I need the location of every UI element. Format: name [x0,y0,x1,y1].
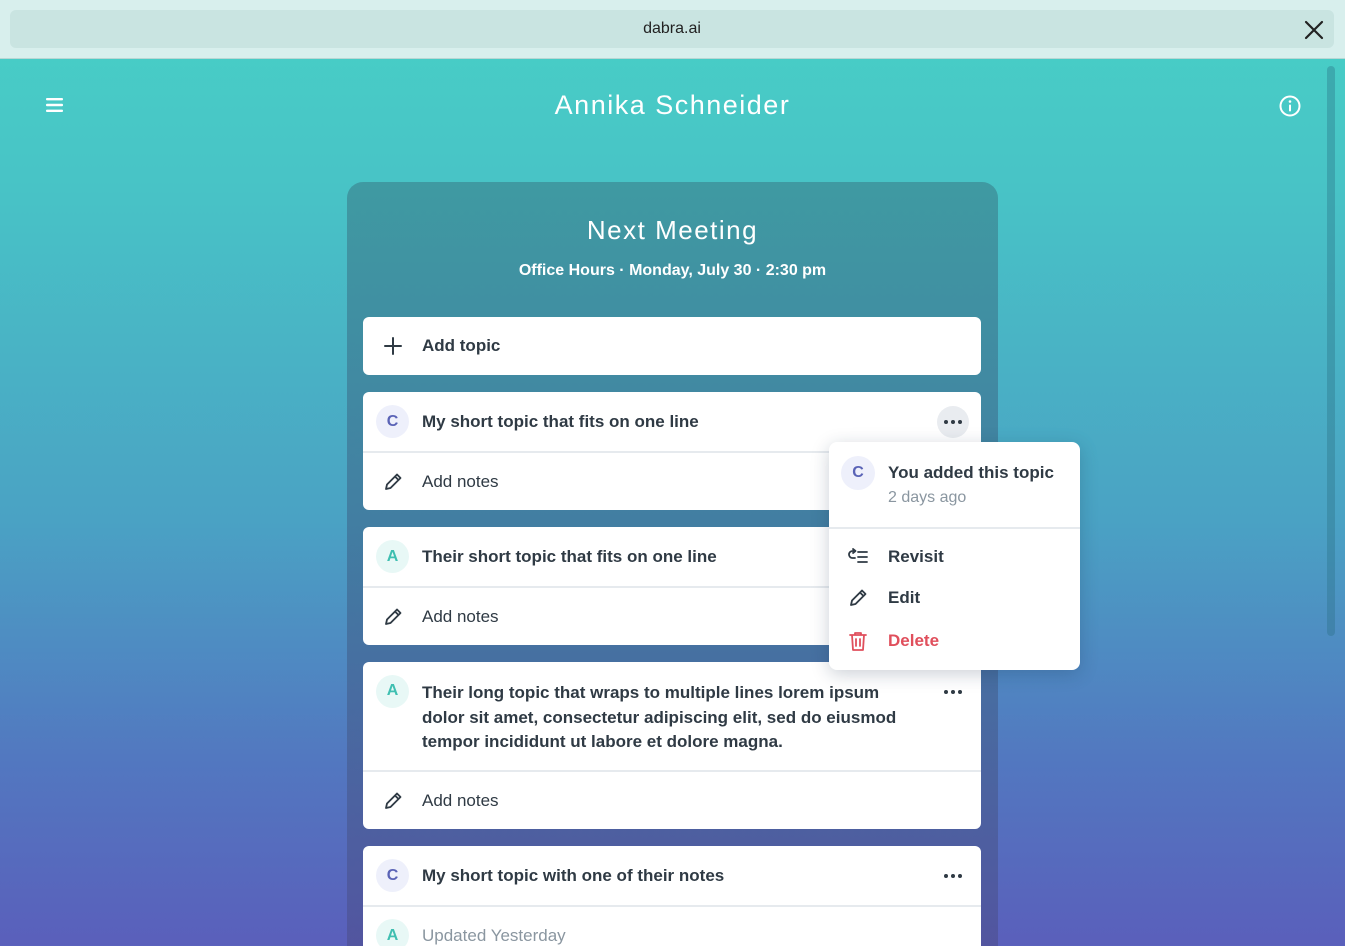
popover-timestamp: 2 days ago [888,489,967,506]
pencil-icon [385,473,402,490]
topic-card: A Their long topic that wraps to multipl… [363,662,981,829]
more-options-button[interactable] [937,405,969,438]
add-notes-label: Add notes [422,790,499,810]
revisit-menu-item[interactable]: Revisit [829,539,1080,575]
avatar: A [376,540,409,573]
topic-card: C My short topic with one of their notes… [363,846,981,946]
more-icon [944,690,962,694]
delete-label: Delete [888,631,940,650]
pencil-icon [850,589,867,606]
add-notes-button[interactable]: Add notes [363,770,981,829]
more-icon [944,419,962,424]
avatar: A [376,675,409,708]
meeting-title: Next Meeting [586,215,759,245]
close-icon[interactable] [1303,19,1325,41]
browser-bar: dabra.ai [0,0,1345,59]
url-field[interactable]: dabra.ai [10,10,1334,48]
edit-menu-item[interactable]: Edit [829,580,1080,616]
add-notes-label: Add notes [422,606,499,626]
add-topic-card[interactable]: Add topic [363,317,981,375]
topic-row[interactable]: C My short topic with one of their notes [363,846,981,905]
edit-label: Edit [888,588,921,607]
trash-icon [849,632,867,651]
url-text: dabra.ai [643,20,701,37]
topic-options-popover: C You added this topic 2 days ago Revisi… [829,442,1080,670]
add-notes-label: Add notes [422,471,499,491]
topic-row[interactable]: A Their long topic that wraps to multipl… [363,662,981,770]
scrollbar[interactable] [1327,66,1335,636]
avatar: C [376,859,409,892]
popover-header: C You added this topic 2 days ago [829,442,1080,529]
note-row[interactable]: A Updated Yesterday [363,905,981,946]
more-options-button[interactable] [937,676,969,708]
note-updated-text: Updated Yesterday [422,925,566,945]
delete-menu-item[interactable]: Delete [829,623,1080,659]
plus-icon [384,337,402,355]
add-topic-label: Add topic [422,336,501,355]
avatar: C [376,405,409,438]
add-topic-button[interactable]: Add topic [363,317,981,375]
more-icon [944,873,962,878]
pencil-icon [385,608,402,625]
revisit-icon [848,548,868,563]
more-options-button[interactable] [937,860,969,892]
topic-title: My short topic with one of their notes [422,865,725,885]
topic-title: My short topic that fits on one line [422,411,699,431]
page-title: Annika Schneider [554,90,791,120]
pencil-icon [385,792,402,809]
topic-title: Their short topic that fits on one line [422,546,717,566]
popover-title: You added this topic [888,463,1054,482]
topic-title: Their long topic that wraps to multiple … [422,683,897,751]
meeting-subtitle: Office Hours · Monday, July 30 · 2:30 pm [518,262,827,279]
info-icon[interactable] [1278,94,1302,118]
revisit-label: Revisit [888,547,944,566]
avatar: A [376,919,409,946]
avatar: C [841,456,875,490]
